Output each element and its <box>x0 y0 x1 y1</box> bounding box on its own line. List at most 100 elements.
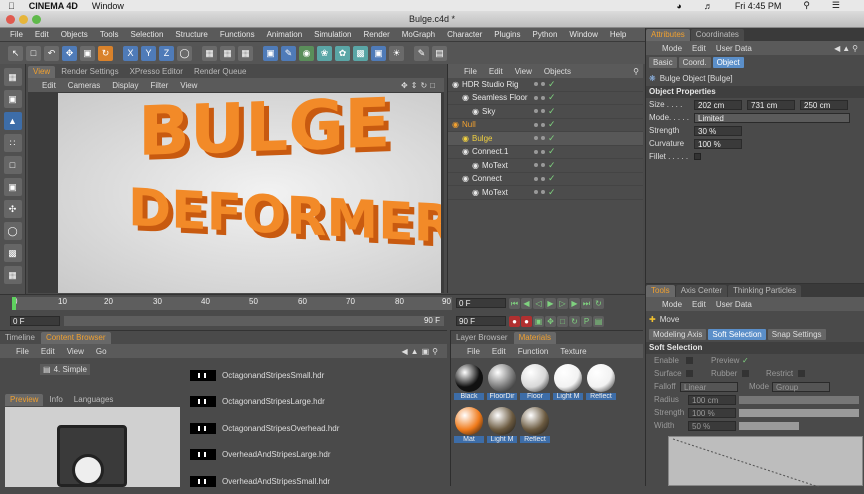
render-picture-viewer-icon[interactable]: ▦ <box>220 45 235 61</box>
material-swatch[interactable]: Black <box>454 362 484 404</box>
pla-key-icon[interactable]: ▤ <box>593 316 604 327</box>
script-icon[interactable]: ▤ <box>432 45 447 61</box>
radius-slider[interactable] <box>739 395 859 404</box>
timeline-ruler[interactable]: 0 10 20 30 40 50 60 70 80 90 <box>12 297 452 310</box>
cb-folder-crumb[interactable]: ▤ 4. Simple <box>40 364 90 375</box>
file-item[interactable]: OverheadAndStripesLarge.hdr <box>190 442 331 468</box>
material-swatch[interactable]: Reflect <box>586 362 616 404</box>
pen-spline-icon[interactable]: ✎ <box>281 45 296 61</box>
enable-check-icon[interactable]: ✓ <box>548 146 556 157</box>
width-field[interactable]: 50 % <box>688 420 736 431</box>
python-icon[interactable]: ✎ <box>414 45 429 61</box>
curvature-field[interactable]: 100 % <box>694 138 742 149</box>
preview-checkbox[interactable]: ✓ <box>742 356 749 365</box>
attr-menu-edit[interactable]: Edit <box>692 44 706 53</box>
deformer-icon[interactable]: ✿ <box>335 45 350 61</box>
tab-thinking-particles[interactable]: Thinking Particles <box>728 285 802 297</box>
tab-xpresso-editor[interactable]: XPresso Editor <box>124 66 188 78</box>
undo-icon[interactable]: ↶ <box>44 45 59 61</box>
x-axis-button[interactable]: X <box>123 45 138 61</box>
width-slider[interactable] <box>739 421 799 430</box>
tab-materials[interactable]: Materials <box>513 332 557 344</box>
falloff-mode-dropdown[interactable]: Group <box>772 381 830 392</box>
coord-button[interactable]: Coord. <box>678 57 711 68</box>
enable-check-icon[interactable]: ✓ <box>548 106 556 117</box>
max-frame-field[interactable]: 90 F <box>456 316 506 326</box>
menu-edit[interactable]: Edit <box>35 30 49 39</box>
os-window-menu[interactable]: Window <box>92 1 124 11</box>
viewport[interactable]: Edit Cameras Display Filter View ✥⇕↻□ BU… <box>28 78 444 293</box>
search-icon[interactable]: ⚲ <box>803 0 810 11</box>
tab-preview[interactable]: Preview <box>5 394 44 406</box>
object-row[interactable]: ◉ Null ✓ <box>448 119 643 132</box>
viewport-menu-cameras[interactable]: Cameras <box>68 81 100 90</box>
object-button[interactable]: Object <box>712 57 744 68</box>
modeling-axis-button[interactable]: Modeling Axis <box>649 329 707 340</box>
cb-menu-view[interactable]: View <box>67 347 84 356</box>
render-settings-icon[interactable]: ▦ <box>238 45 253 61</box>
om-menu-file[interactable]: File <box>464 67 477 76</box>
menu-render[interactable]: Render <box>364 30 390 39</box>
enable-check-icon[interactable]: ✓ <box>548 92 556 103</box>
material-swatch[interactable]: Reflect <box>520 405 550 447</box>
mat-menu-texture[interactable]: Texture <box>560 347 586 356</box>
menu-help[interactable]: Help <box>610 30 626 39</box>
object-row[interactable]: ◉ Bulge ✓ <box>448 132 643 146</box>
live-selection-icon[interactable]: □ <box>26 45 41 61</box>
surface-checkbox[interactable] <box>686 370 693 377</box>
file-item[interactable]: OverheadAndStripesSmall.hdr <box>190 468 330 494</box>
menu-mograph[interactable]: MoGraph <box>402 30 435 39</box>
rotation-key-icon[interactable]: ↻ <box>569 316 580 327</box>
zoom-window-button[interactable] <box>32 15 41 24</box>
subdivision-icon[interactable]: ◉ <box>299 45 314 61</box>
record-icon[interactable]: ● <box>509 316 520 327</box>
basic-button[interactable]: Basic <box>649 57 677 68</box>
list-icon[interactable]: ☰ <box>832 0 840 11</box>
goto-start-icon[interactable]: ⏮ <box>509 298 520 309</box>
enable-check-icon[interactable]: ✓ <box>548 160 556 171</box>
coordinate-system-icon[interactable]: ◯ <box>177 45 192 61</box>
material-swatch[interactable]: FloorDir <box>487 362 517 404</box>
visibility-dots[interactable] <box>534 82 545 87</box>
menu-animation[interactable]: Animation <box>267 30 303 39</box>
object-row[interactable]: ◉ HDR Studio Rig ✓ <box>448 78 643 92</box>
tab-layer-browser[interactable]: Layer Browser <box>451 332 513 344</box>
soft-strength-slider[interactable] <box>739 408 859 417</box>
om-menu-edit[interactable]: Edit <box>489 67 503 76</box>
texture-mode-icon[interactable]: ▣ <box>3 90 22 108</box>
tab-attributes[interactable]: Attributes <box>646 29 690 41</box>
volume-icon[interactable]: ♬ <box>704 1 713 11</box>
snap-icon[interactable]: ◯ <box>3 222 22 240</box>
playhead[interactable] <box>12 297 16 310</box>
menu-simulation[interactable]: Simulation <box>314 30 351 39</box>
tab-content-browser[interactable]: Content Browser <box>40 332 111 344</box>
minimize-window-button[interactable] <box>19 15 28 24</box>
menu-plugins[interactable]: Plugins <box>494 30 520 39</box>
menu-character[interactable]: Character <box>447 30 482 39</box>
array-icon[interactable]: ❀ <box>317 45 332 61</box>
file-item[interactable]: OctagonandStripesOverhead.hdr <box>190 415 339 441</box>
keyframe-selection-icon[interactable]: ▣ <box>533 316 544 327</box>
make-editable-icon[interactable]: ▦ <box>3 68 22 86</box>
object-row[interactable]: ◉ MoText ✓ <box>448 159 643 173</box>
lock-workplane-icon[interactable]: ▦ <box>3 266 22 284</box>
menu-python[interactable]: Python <box>533 30 558 39</box>
enable-check-icon[interactable]: ✓ <box>548 173 556 184</box>
viewport-menu-edit[interactable]: Edit <box>42 81 56 90</box>
menu-window[interactable]: Window <box>569 30 597 39</box>
tab-view[interactable]: View <box>28 66 56 78</box>
z-axis-button[interactable]: Z <box>159 45 174 61</box>
menu-structure[interactable]: Structure <box>175 30 207 39</box>
om-menu-view[interactable]: View <box>515 67 532 76</box>
mat-menu-edit[interactable]: Edit <box>492 347 506 356</box>
om-search-icon[interactable]: ⚲ <box>633 67 639 76</box>
apple-icon[interactable]:  <box>8 1 15 11</box>
viewport-menu-filter[interactable]: Filter <box>150 81 168 90</box>
prev-key-icon[interactable]: ◀ <box>521 298 532 309</box>
restrict-checkbox[interactable] <box>798 370 805 377</box>
menu-objects[interactable]: Objects <box>61 30 88 39</box>
enable-check-icon[interactable]: ✓ <box>548 79 556 90</box>
move-tool-icon[interactable]: ✥ <box>62 45 77 61</box>
cb-menu-edit[interactable]: Edit <box>41 347 55 356</box>
param-key-icon[interactable]: P <box>581 316 592 327</box>
